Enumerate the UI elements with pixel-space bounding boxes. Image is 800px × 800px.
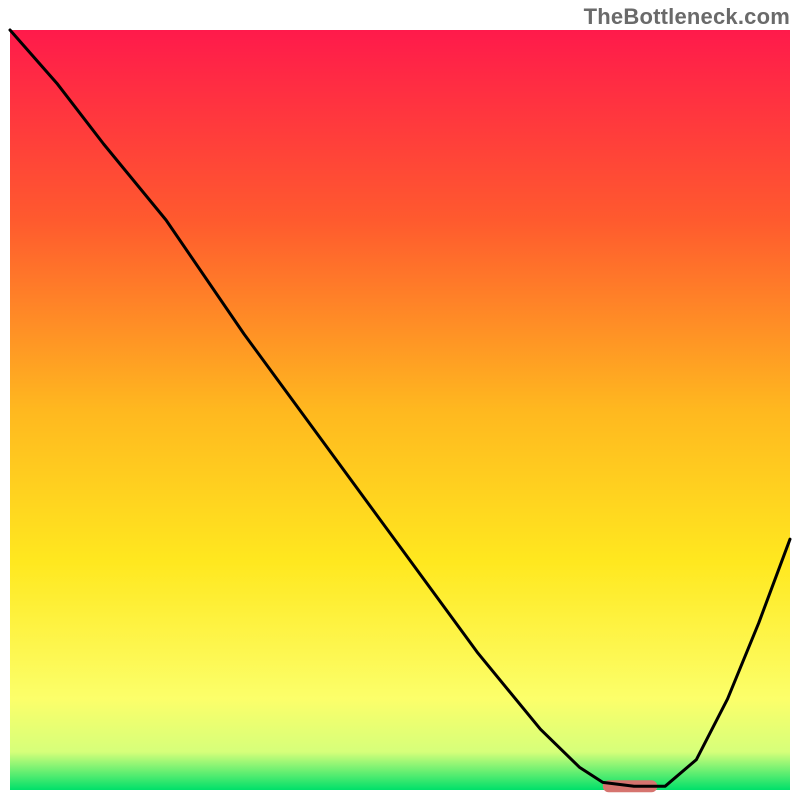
plot-background: [10, 30, 790, 790]
bottleneck-chart: TheBottleneck.com: [0, 0, 800, 800]
chart-svg: [0, 0, 800, 800]
watermark-text: TheBottleneck.com: [584, 4, 790, 30]
